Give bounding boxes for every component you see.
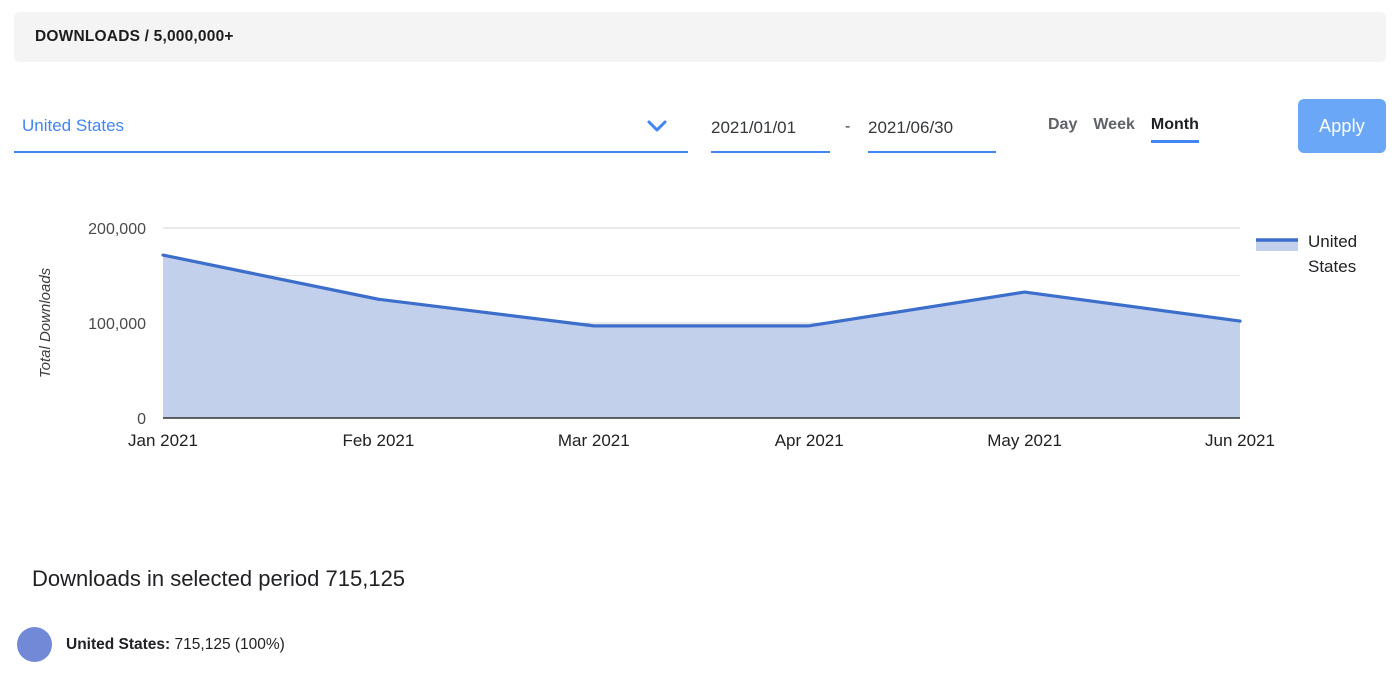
- x-tick-label: Mar 2021: [558, 431, 630, 450]
- legend-label: States: [1308, 257, 1356, 276]
- x-tick-label: Jan 2021: [128, 431, 198, 450]
- downloads-header-bar: DOWNLOADS / 5,000,000+: [14, 12, 1386, 62]
- legend-label: United: [1308, 232, 1357, 251]
- x-tick-label: Feb 2021: [342, 431, 414, 450]
- chart-canvas: 0 100,000 200,000 Total Downloads Jan 2021 Fe…: [37, 221, 1357, 450]
- country-select[interactable]: United States: [14, 103, 688, 153]
- filter-controls: United States - Day Week Month Apply: [0, 95, 1400, 165]
- summary-title: Downloads in selected period 715,125: [32, 566, 406, 591]
- summary-country-label: United States:: [66, 635, 171, 653]
- date-to-input[interactable]: [868, 118, 996, 138]
- x-tick-label: May 2021: [987, 431, 1062, 450]
- date-from-field[interactable]: [711, 103, 830, 153]
- country-select-value: United States: [22, 116, 125, 135]
- chevron-down-icon[interactable]: [644, 117, 670, 135]
- granularity-day[interactable]: Day: [1048, 116, 1077, 143]
- series-area-united-states: [163, 255, 1240, 418]
- y-axis-title: Total Downloads: [37, 267, 54, 378]
- y-tick-label: 0: [137, 411, 146, 428]
- series-color-dot-icon: [17, 627, 52, 662]
- apply-button[interactable]: Apply: [1298, 99, 1386, 153]
- granularity-selector: Day Week Month: [1048, 116, 1199, 143]
- granularity-month[interactable]: Month: [1150, 116, 1199, 143]
- page-title: DOWNLOADS / 5,000,000+: [35, 28, 234, 45]
- y-tick-label: 100,000: [88, 316, 146, 333]
- y-tick-label: 200,000: [88, 221, 146, 238]
- downloads-chart: 0 100,000 200,000 Total Downloads Jan 2021 Fe…: [0, 200, 1400, 470]
- date-to-field[interactable]: [868, 103, 996, 153]
- x-tick-label: Jun 2021: [1205, 431, 1275, 450]
- date-from-input[interactable]: [711, 118, 830, 138]
- summary-breakdown-row: United States: 715,125 (100%): [17, 627, 285, 662]
- date-range-separator: -: [845, 118, 851, 135]
- x-tick-label: Apr 2021: [775, 431, 844, 450]
- summary-country-value: 715,125 (100%): [174, 635, 285, 653]
- summary-breakdown-text: United States: 715,125 (100%): [66, 636, 285, 654]
- granularity-week[interactable]: Week: [1093, 116, 1135, 143]
